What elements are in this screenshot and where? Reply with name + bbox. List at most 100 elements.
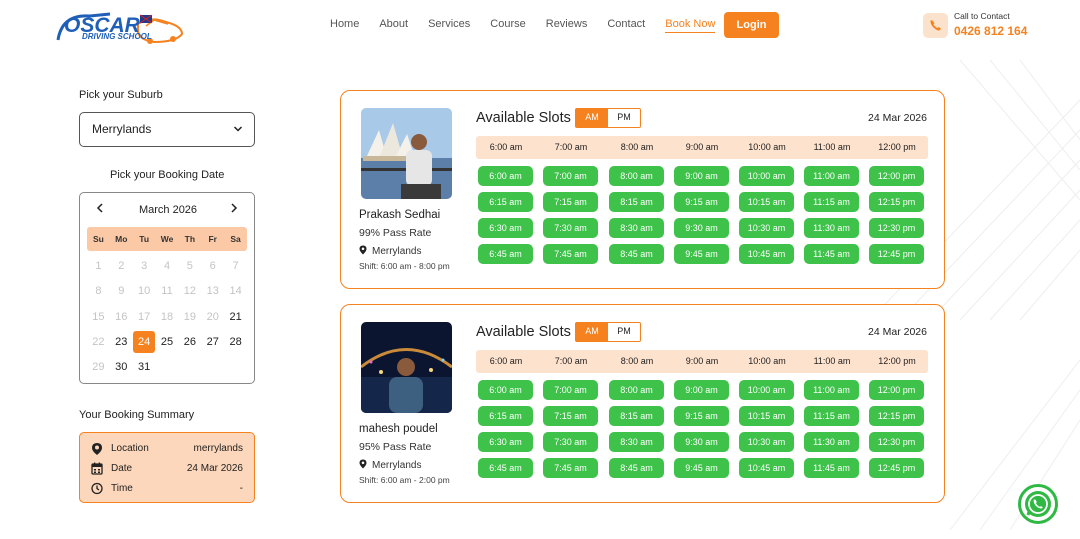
pm-toggle[interactable]: PM (608, 323, 640, 341)
time-slot-button[interactable]: 7:00 am (543, 166, 598, 186)
time-slot-button[interactable]: 10:30 am (739, 218, 794, 238)
time-slot-button[interactable]: 9:15 am (674, 406, 729, 426)
time-slot-button[interactable]: 6:45 am (478, 244, 533, 264)
calendar-day: 8 (87, 279, 110, 304)
time-slot-button[interactable]: 10:15 am (739, 192, 794, 212)
site-logo[interactable]: OSCAR DRIVING SCHOOL (50, 10, 185, 48)
suburb-select[interactable]: Merrylands (79, 112, 255, 147)
nav-contact[interactable]: Contact (607, 18, 645, 33)
time-slot-button[interactable]: 10:45 am (739, 458, 794, 478)
time-slot-button[interactable]: 7:30 am (543, 218, 598, 238)
calendar-empty-cell (178, 355, 201, 380)
nav-course[interactable]: Course (490, 18, 525, 33)
calendar-day: 12 (178, 279, 201, 304)
time-slot-button[interactable]: 10:30 am (739, 432, 794, 452)
contact-phone[interactable]: 0426 812 164 (954, 24, 1027, 38)
main-nav: Home About Services Course Reviews Conta… (330, 18, 735, 33)
calendar-day[interactable]: 26 (178, 330, 201, 355)
am-toggle[interactable]: AM (576, 109, 608, 127)
time-slot-button[interactable]: 11:45 am (804, 244, 859, 264)
calendar-day-number: 16 (115, 310, 128, 323)
time-slot-button[interactable]: 6:30 am (478, 432, 533, 452)
time-slot-button[interactable]: 10:15 am (739, 406, 794, 426)
calendar-week: 15 16 17 18 19 20 21 (87, 305, 247, 330)
time-slot-button[interactable]: 11:45 am (804, 458, 859, 478)
calendar-day[interactable]: 27 (201, 330, 224, 355)
time-slot-button[interactable]: 7:15 am (543, 192, 598, 212)
calendar-day-number: 26 (183, 335, 196, 348)
time-slot-button[interactable]: 11:15 am (804, 406, 859, 426)
time-slot-button[interactable]: 10:00 am (739, 380, 794, 400)
time-slot-button[interactable]: 8:45 am (609, 244, 664, 264)
login-button[interactable]: Login (724, 12, 779, 38)
time-slot-button[interactable]: 12:00 pm (869, 166, 924, 186)
calendar-day-selected[interactable]: 24 (133, 330, 156, 355)
time-slot-button[interactable]: 8:30 am (609, 432, 664, 452)
time-slot-button[interactable]: 8:15 am (609, 192, 664, 212)
time-slot-button[interactable]: 10:00 am (739, 166, 794, 186)
nav-services[interactable]: Services (428, 18, 470, 33)
time-slot-button[interactable]: 11:30 am (804, 432, 859, 452)
time-slot-button[interactable]: 11:00 am (804, 380, 859, 400)
calendar-week: 29 30 31 (87, 355, 247, 380)
calendar-day[interactable]: 28 (224, 330, 247, 355)
nav-about[interactable]: About (379, 18, 408, 33)
time-slot-button[interactable]: 8:00 am (609, 166, 664, 186)
time-slot-button[interactable]: 12:00 pm (869, 380, 924, 400)
time-slot-button[interactable]: 10:45 am (739, 244, 794, 264)
time-slot-button[interactable]: 11:00 am (804, 166, 859, 186)
time-slot-button[interactable]: 8:30 am (609, 218, 664, 238)
time-slot-button[interactable]: 12:45 pm (869, 244, 924, 264)
booking-summary: Location merrylands Date 24 Mar 2026 Tim… (79, 432, 255, 503)
pm-toggle[interactable]: PM (608, 109, 640, 127)
time-slot-button[interactable]: 7:00 am (543, 380, 598, 400)
location-pin-icon (92, 443, 102, 455)
time-slot-button[interactable]: 6:30 am (478, 218, 533, 238)
time-slot-button[interactable]: 6:45 am (478, 458, 533, 478)
time-slot-button[interactable]: 9:00 am (674, 166, 729, 186)
calendar-day[interactable]: 21 (224, 305, 247, 330)
whatsapp-button[interactable] (1018, 484, 1058, 524)
calendar-grid: 1 2 3 4 5 6 7 8 9 10 11 12 13 14 15 16 17 18 19 20 21 22 23 24 2… (87, 254, 247, 380)
time-slot-button[interactable]: 12:15 pm (869, 192, 924, 212)
time-slot-button[interactable]: 11:30 am (804, 218, 859, 238)
weekday-label: Mo (115, 234, 128, 244)
time-slot-button[interactable]: 12:30 pm (869, 432, 924, 452)
calendar-day[interactable]: 23 (110, 330, 133, 355)
calendar-day[interactable]: 31 (133, 355, 156, 380)
chevron-right-icon[interactable] (229, 202, 239, 214)
time-slot-button[interactable]: 9:15 am (674, 192, 729, 212)
time-slot-button[interactable]: 8:15 am (609, 406, 664, 426)
nav-home[interactable]: Home (330, 18, 359, 33)
calendar-day-number: 1 (95, 260, 102, 272)
time-slot-button[interactable]: 11:15 am (804, 192, 859, 212)
time-slot-button[interactable]: 6:15 am (478, 192, 533, 212)
am-toggle[interactable]: AM (576, 323, 608, 341)
time-slot-button[interactable]: 9:00 am (674, 380, 729, 400)
nav-reviews[interactable]: Reviews (546, 18, 588, 33)
time-slot-button[interactable]: 12:30 pm (869, 218, 924, 238)
time-slot-button[interactable]: 9:45 am (674, 244, 729, 264)
time-slot-button[interactable]: 7:30 am (543, 432, 598, 452)
time-slot-button[interactable]: 7:15 am (543, 406, 598, 426)
time-slot-button[interactable]: 9:30 am (674, 432, 729, 452)
time-slot-button[interactable]: 6:00 am (478, 380, 533, 400)
time-slot-button[interactable]: 7:45 am (543, 458, 598, 478)
calendar-day-number: 21 (229, 310, 242, 323)
calendar-day: 3 (133, 254, 156, 279)
calendar-day-number: 23 (115, 335, 128, 348)
time-slot-button[interactable]: 9:45 am (674, 458, 729, 478)
time-slot-button[interactable]: 7:45 am (543, 244, 598, 264)
instructor-name: Prakash Sedhai (359, 209, 441, 221)
nav-book-now[interactable]: Book Now (665, 18, 716, 33)
time-slot-button[interactable]: 12:15 pm (869, 406, 924, 426)
time-slot-button[interactable]: 12:45 pm (869, 458, 924, 478)
hour-column-label: 8:00 am (620, 356, 654, 366)
time-slot-button[interactable]: 9:30 am (674, 218, 729, 238)
calendar-day[interactable]: 25 (156, 330, 179, 355)
time-slot-button[interactable]: 8:00 am (609, 380, 664, 400)
time-slot-button[interactable]: 6:15 am (478, 406, 533, 426)
time-slot-button[interactable]: 6:00 am (478, 166, 533, 186)
time-slot-button[interactable]: 8:45 am (609, 458, 664, 478)
calendar-day[interactable]: 30 (110, 355, 133, 380)
